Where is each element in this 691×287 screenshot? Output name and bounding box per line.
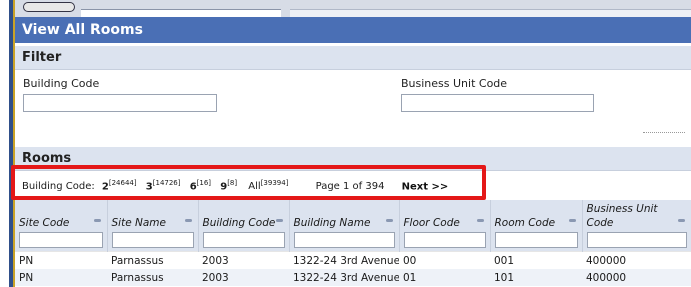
table-cell: 2003 <box>198 269 289 286</box>
column-header-label: Floor Code <box>403 217 460 229</box>
column-filter-input[interactable] <box>586 232 687 248</box>
column-header-label: Site Code <box>19 217 70 229</box>
page-title: View All Rooms <box>15 17 691 43</box>
column-header-label: Site Name <box>111 217 166 229</box>
business-unit-label: Business Unit Code <box>401 77 508 90</box>
column-header-room-code[interactable]: Room Code <box>490 200 583 230</box>
table-cell: 101 <box>490 269 582 286</box>
column-filter-input[interactable] <box>293 232 395 248</box>
building-code-input[interactable] <box>23 94 217 112</box>
column-header-label: Building Code <box>202 217 276 229</box>
sort-icon[interactable] <box>184 219 192 222</box>
table-cell: 1322-24 3rd Avenue <box>289 251 399 269</box>
table-cell: 2003 <box>198 251 289 269</box>
table-cell: 400000 <box>582 269 691 286</box>
pager-group-link[interactable]: 6 <box>190 181 197 192</box>
table-cell: Parnassus <box>107 251 198 269</box>
pager-group-count: [8] <box>227 179 238 187</box>
sort-icon[interactable] <box>568 219 576 222</box>
column-filter-cell <box>399 230 491 252</box>
pager-group-count: [24644] <box>108 179 137 187</box>
pager-group-count: [14726] <box>152 179 181 187</box>
top-banner-strip <box>15 0 691 18</box>
column-filter-cell <box>107 230 199 252</box>
pager-all-link[interactable]: All <box>248 181 260 192</box>
column-filter-cell <box>582 230 691 252</box>
pager-label: Building Code: <box>22 181 95 193</box>
building-code-label: Building Code <box>23 77 100 90</box>
table-cell: PN <box>15 269 107 286</box>
sort-icon[interactable] <box>677 219 685 222</box>
pager-bar: Building Code: 2[24644] 3[14726] 6[16] 9… <box>15 171 691 196</box>
table-cell: 001 <box>490 251 582 269</box>
pager-group-link[interactable]: 2 <box>102 181 109 192</box>
table-cell: 00 <box>399 251 490 269</box>
page-indicator: Page 1 of 394 <box>315 181 385 193</box>
column-filter-input[interactable] <box>19 232 103 248</box>
column-filter-cell <box>15 230 108 252</box>
column-header-building-code[interactable]: Building Code <box>198 200 290 230</box>
column-filter-cell <box>198 230 290 252</box>
filter-panel: Building Code Business Unit Code <box>15 70 691 147</box>
sort-icon[interactable] <box>476 219 484 222</box>
column-filter-input[interactable] <box>494 232 578 248</box>
column-filter-input[interactable] <box>202 232 285 248</box>
sort-icon[interactable] <box>385 219 393 222</box>
sort-icon[interactable] <box>275 219 283 222</box>
table-cell: PN <box>15 251 107 269</box>
column-header-label: Business Unit Code <box>586 203 658 229</box>
logo <box>23 2 75 12</box>
table-row[interactable]: PN Parnassus 2003 1322-24 3rd Avenue 00 … <box>15 251 691 269</box>
column-filter-cell <box>490 230 583 252</box>
table-cell: 400000 <box>582 251 691 269</box>
column-header-floor-code[interactable]: Floor Code <box>399 200 491 230</box>
next-page-link[interactable]: Next >> <box>402 181 449 192</box>
sort-icon[interactable] <box>93 219 101 222</box>
rooms-heading: Rooms <box>15 147 691 171</box>
column-header-site-name[interactable]: Site Name <box>107 200 199 230</box>
table-cell: 01 <box>399 269 490 286</box>
column-header-building-name[interactable]: Building Name <box>289 200 400 230</box>
divider <box>643 132 685 133</box>
pager-all-count: [39394] <box>260 179 289 187</box>
business-unit-input[interactable] <box>401 94 594 112</box>
column-header-label: Building Name <box>293 217 371 229</box>
column-filter-cell <box>289 230 400 252</box>
rooms-table: Site Code Site Name Building Code Buildi… <box>15 200 691 287</box>
pager-group-count: [16] <box>196 179 212 187</box>
column-header-site-code[interactable]: Site Code <box>15 200 108 230</box>
pager-group-link[interactable]: 3 <box>146 181 153 192</box>
filter-heading: Filter <box>15 46 691 70</box>
table-cell: 1322-24 3rd Avenue <box>289 269 399 286</box>
column-header-label: Room Code <box>494 217 556 229</box>
column-filter-input[interactable] <box>111 232 194 248</box>
column-filter-input[interactable] <box>403 232 486 248</box>
table-row[interactable]: PN Parnassus 2003 1322-24 3rd Avenue 01 … <box>15 269 691 286</box>
column-header-business-unit-code[interactable]: Business Unit Code <box>582 200 691 230</box>
table-cell: Parnassus <box>107 269 198 286</box>
